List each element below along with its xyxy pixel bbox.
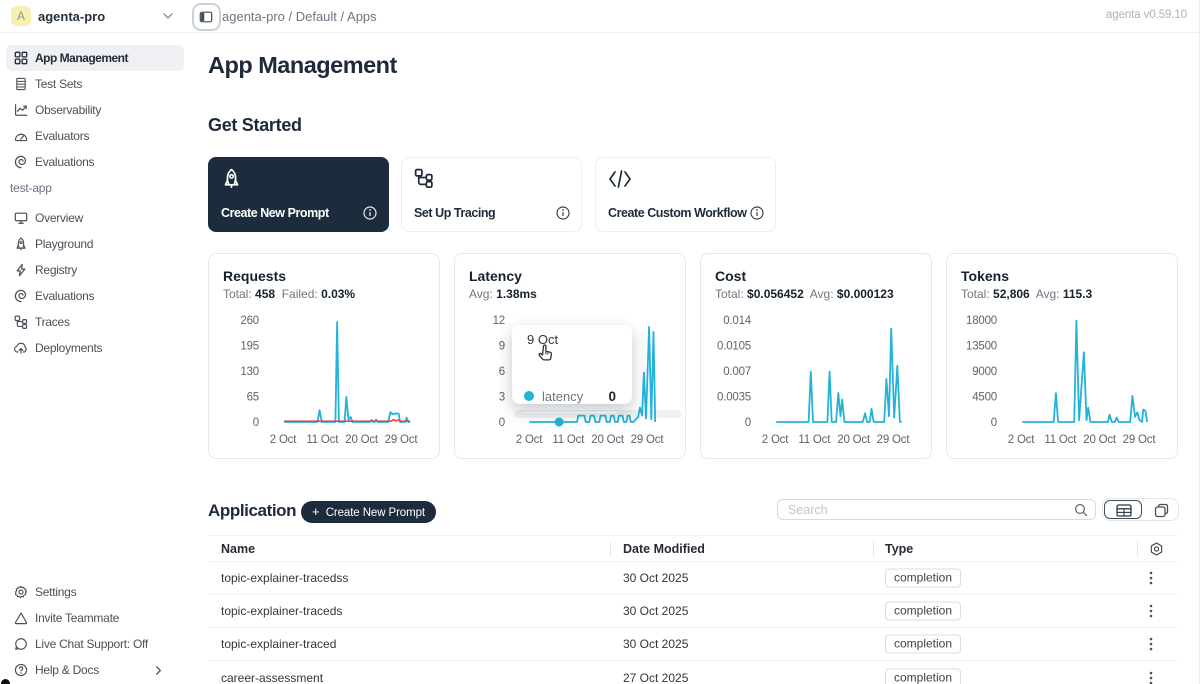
svg-text:20 Oct: 20 Oct [345,434,379,446]
svg-text:29 Oct: 29 Oct [385,434,419,446]
svg-text:9000: 9000 [972,366,997,378]
svg-text:195: 195 [240,341,259,353]
svg-text:0: 0 [745,417,751,429]
svg-text:260: 260 [240,315,259,327]
svg-text:20 Oct: 20 Oct [1083,434,1117,446]
svg-text:130: 130 [240,366,259,378]
svg-text:11 Oct: 11 Oct [552,434,585,446]
svg-text:20 Oct: 20 Oct [591,434,625,446]
svg-text:0: 0 [253,417,259,429]
svg-text:0.0105: 0.0105 [717,341,751,353]
svg-text:2 Oct: 2 Oct [516,434,543,446]
svg-text:4500: 4500 [972,392,997,404]
svg-text:65: 65 [247,392,259,404]
svg-text:2 Oct: 2 Oct [762,434,789,446]
svg-text:6: 6 [499,366,505,378]
svg-text:0.007: 0.007 [723,366,751,378]
svg-text:3: 3 [499,392,505,404]
svg-text:13500: 13500 [966,341,997,353]
svg-text:11 Oct: 11 Oct [1044,434,1077,446]
svg-text:29 Oct: 29 Oct [877,434,911,446]
svg-text:0: 0 [499,417,505,429]
svg-text:9: 9 [499,341,505,353]
svg-text:2 Oct: 2 Oct [270,434,297,446]
svg-text:18000: 18000 [966,315,997,327]
svg-text:12: 12 [493,315,505,327]
svg-text:2 Oct: 2 Oct [1008,434,1035,446]
svg-text:11 Oct: 11 Oct [306,434,339,446]
svg-text:20 Oct: 20 Oct [837,434,871,446]
svg-text:0.0035: 0.0035 [717,392,751,404]
svg-text:11 Oct: 11 Oct [798,434,831,446]
svg-text:0: 0 [991,417,997,429]
svg-text:0.014: 0.014 [723,315,752,327]
svg-text:29 Oct: 29 Oct [1123,434,1157,446]
svg-text:29 Oct: 29 Oct [631,434,665,446]
